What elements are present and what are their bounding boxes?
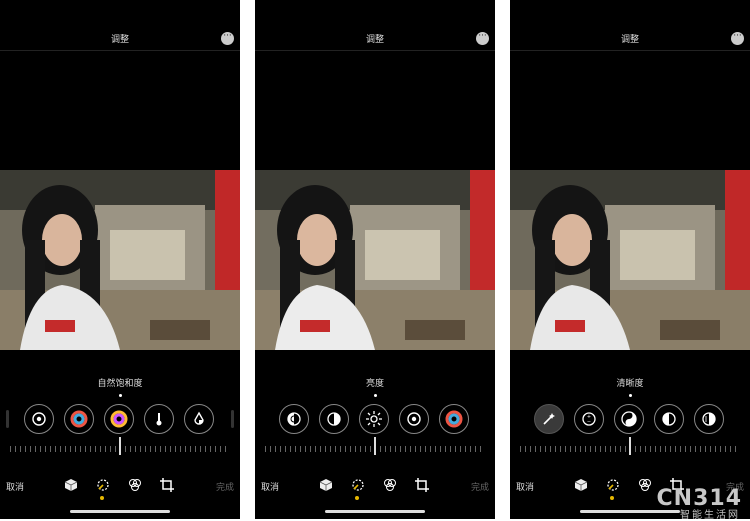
more-options-icon[interactable]: ··· [221,32,234,45]
active-tab-dot [100,496,104,500]
adjustment-label: 清晰度 [616,379,644,389]
editor-panel-vibrance: 调整 ··· 自然饱和度 取消 完成 [0,0,240,519]
black-point-icon[interactable] [399,404,429,434]
shadows-icon[interactable] [694,404,724,434]
bottom-toolbar [317,476,435,500]
filters-icon[interactable] [126,476,144,494]
adjustment-carousel[interactable] [255,404,495,434]
auto-enhance-icon[interactable] [534,404,564,434]
cancel-button[interactable]: 取消 [516,480,534,493]
editor-panel-definition: 调整 ··· 清晰度 + − 取消 完成 [510,0,750,519]
done-button[interactable]: 完成 [471,480,489,493]
home-indicator [325,510,425,513]
photo-preview [510,170,750,350]
active-tab-dot [610,496,614,500]
slider-handle[interactable] [629,437,631,455]
cancel-button[interactable]: 取消 [261,480,279,493]
cube-icon[interactable] [62,476,80,494]
adjustment-label: 自然饱和度 [97,379,143,389]
adjustment-slider[interactable] [265,437,485,457]
adjust-dial-icon[interactable] [94,476,112,500]
page-title: 调整 [365,35,384,45]
photo-preview [0,170,240,350]
header: 调整 ··· [0,0,240,51]
carousel-edge-left [6,410,9,428]
carousel-edge-right [231,410,234,428]
contrast-icon[interactable] [319,404,349,434]
exposure-icon[interactable]: + − [574,404,604,434]
adjustment-carousel[interactable] [0,404,240,434]
done-button[interactable]: 完成 [216,480,234,493]
saturation-icon[interactable] [64,404,94,434]
adjust-dial-icon[interactable] [349,476,367,500]
tint-icon[interactable] [184,404,214,434]
vibrance-icon[interactable] [104,404,134,434]
selection-indicator [629,394,632,397]
highlights-icon[interactable] [279,404,309,434]
brilliance-icon[interactable] [24,404,54,434]
warmth-icon[interactable] [144,404,174,434]
home-indicator [70,510,170,513]
bottom-toolbar [62,476,180,500]
crop-icon[interactable] [158,476,176,494]
saturation-icon[interactable] [439,404,469,434]
header: 调整 ··· [255,0,495,51]
adjustment-carousel[interactable]: + − [510,404,750,434]
cube-icon[interactable] [572,476,590,494]
filters-icon[interactable] [636,476,654,494]
adjust-dial-icon[interactable] [604,476,622,500]
slider-handle[interactable] [374,437,376,455]
crop-icon[interactable] [413,476,431,494]
more-options-icon[interactable]: ··· [731,32,744,45]
filters-icon[interactable] [381,476,399,494]
selection-indicator [374,394,377,397]
header: 调整 ··· [510,0,750,51]
cancel-button[interactable]: 取消 [6,480,24,493]
active-tab-dot [355,496,359,500]
adjustment-label: 亮度 [365,379,384,389]
slider-handle[interactable] [119,437,121,455]
highlights-icon[interactable] [654,404,684,434]
photo-preview [255,170,495,350]
more-options-icon[interactable]: ··· [476,32,489,45]
editor-panel-brightness: 调整 ··· 亮度 取消 完成 [255,0,495,519]
selection-indicator [119,394,122,397]
definition-icon[interactable] [614,404,644,434]
adjustment-slider[interactable] [520,437,740,457]
page-title: 调整 [110,35,129,45]
svg-text:−: − [587,419,591,425]
cube-icon[interactable] [317,476,335,494]
brightness-icon[interactable] [359,404,389,434]
page-title: 调整 [620,35,639,45]
adjustment-slider[interactable] [10,437,230,457]
